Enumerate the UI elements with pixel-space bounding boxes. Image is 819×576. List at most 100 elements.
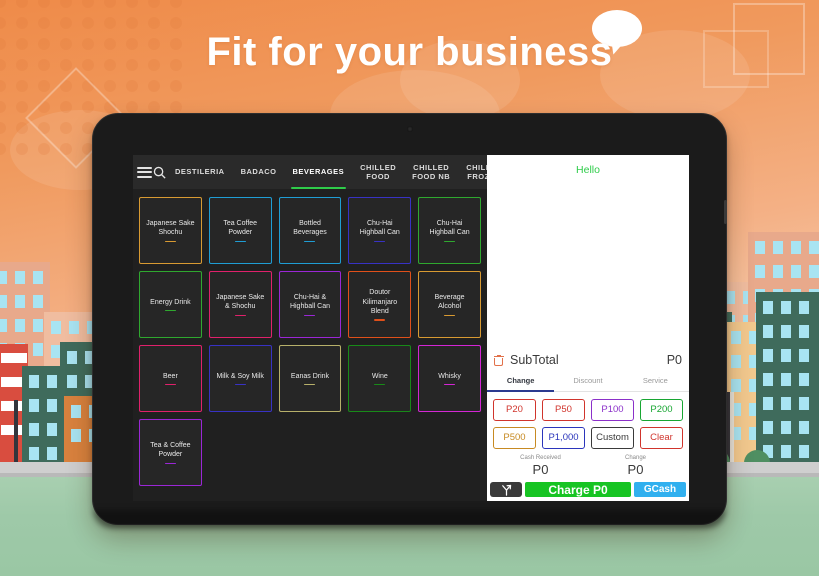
product-tile[interactable]: Doutor Kilimanjaro Blend	[348, 271, 412, 338]
product-tile-label: Energy Drink	[150, 298, 191, 306]
building-window	[755, 241, 765, 254]
product-tile[interactable]: Whisky	[418, 345, 481, 412]
product-tile[interactable]: Milk & Soy Milk	[208, 345, 272, 412]
building-window	[809, 241, 819, 254]
totals-row: Cash Received P0 Change P0	[487, 451, 689, 479]
denomination-button-p500[interactable]: P500	[493, 427, 536, 449]
building	[756, 292, 819, 462]
denomination-button-p100[interactable]: P100	[591, 399, 634, 421]
product-tile[interactable]: Tea & Coffee Powder	[139, 419, 202, 486]
building-window	[781, 373, 791, 386]
product-tile[interactable]: Japanese Sake Shochu	[139, 197, 202, 264]
product-tile-underline	[374, 383, 386, 386]
product-tile[interactable]: Chu-Hai Highball Can	[348, 197, 412, 264]
building-window	[1, 353, 27, 363]
charge-button[interactable]: Charge P0	[525, 482, 631, 497]
building-window	[763, 349, 773, 362]
building-window	[809, 265, 819, 278]
change-block: Change P0	[588, 455, 683, 477]
building-window	[0, 295, 7, 308]
category-tab-badaco[interactable]: BADACO	[233, 155, 285, 189]
building-window	[799, 397, 809, 410]
building-window	[47, 375, 57, 388]
product-tile-label: Wine	[371, 372, 388, 380]
building-window	[47, 423, 57, 436]
product-tile-underline	[374, 319, 386, 321]
building-window	[799, 445, 809, 458]
split-branch-icon[interactable]	[490, 482, 522, 497]
pos-product-pane: DESTILERIA BADACO BEVERAGES CHILLED FOOD CHI…	[133, 155, 487, 501]
hamburger-menu-icon[interactable]	[137, 155, 152, 189]
product-tile-underline	[164, 240, 176, 243]
product-tile-underline	[444, 314, 456, 317]
trash-icon[interactable]	[493, 354, 504, 366]
category-tab-chilled-food-nb[interactable]: CHILLED FOOD NB	[404, 155, 458, 189]
building-window	[781, 349, 791, 362]
power-button[interactable]	[724, 200, 727, 224]
category-tab-beverages[interactable]: BEVERAGES	[285, 155, 353, 189]
product-tile-label: Chu-Hai Highball Can	[359, 219, 400, 237]
gcash-button[interactable]: GCash	[634, 482, 686, 497]
action-bar: Charge P0 GCash	[487, 479, 689, 501]
product-tile[interactable]: Beer	[139, 345, 202, 412]
product-tile-underline	[444, 240, 456, 243]
product-tile-underline	[164, 309, 176, 312]
building-window	[67, 351, 77, 364]
building-window	[763, 301, 773, 314]
denomination-button-p200[interactable]: P200	[640, 399, 683, 421]
product-tile[interactable]: Japanese Sake & Shochu	[208, 271, 272, 338]
building-window	[29, 375, 39, 388]
building-window	[15, 319, 25, 332]
product-tile[interactable]: Eanas Drink	[278, 345, 342, 412]
tablet-screen: DESTILERIA BADACO BEVERAGES CHILLED FOOD CHI…	[133, 155, 689, 501]
product-tile-underline	[234, 314, 246, 317]
building-window	[791, 241, 801, 254]
building-window	[781, 421, 791, 434]
product-tile[interactable]: Bottled Beverages	[278, 197, 342, 264]
product-tile-underline	[444, 383, 456, 386]
checkout-tab-service[interactable]: Service	[622, 371, 689, 391]
building-window	[763, 421, 773, 434]
product-tile-label: Bottled Beverages	[293, 219, 327, 237]
subtotal-label: SubTotal	[510, 353, 559, 367]
product-tile[interactable]: Chu-Hai & Highball Can	[278, 271, 342, 338]
building-window	[791, 265, 801, 278]
category-tab-chilled-frozen[interactable]: CHILLED FROZEN	[458, 155, 487, 189]
product-tile-label: Chu-Hai & Highball Can	[289, 293, 331, 311]
building-window	[71, 405, 81, 418]
product-tile-underline	[164, 462, 176, 465]
camera-icon	[406, 126, 413, 132]
building-window	[51, 321, 61, 334]
category-tab-destileria[interactable]: DESTILERIA	[167, 155, 233, 189]
tablet-device: DESTILERIA BADACO BEVERAGES CHILLED FOOD CHI…	[92, 113, 727, 525]
denomination-button-p1000[interactable]: P1,000	[542, 427, 585, 449]
category-tab-chilled-food[interactable]: CHILLED FOOD	[352, 155, 404, 189]
product-tile[interactable]: Tea Coffee Powder	[208, 197, 272, 264]
product-tile[interactable]: Wine	[348, 345, 412, 412]
checkout-tab-discount[interactable]: Discount	[554, 371, 621, 391]
change-value: P0	[627, 462, 644, 477]
building-window	[731, 379, 741, 392]
search-icon[interactable]	[152, 155, 167, 189]
denomination-button-custom[interactable]: Custom	[591, 427, 634, 449]
denomination-button-p50[interactable]: P50	[542, 399, 585, 421]
product-tile-underline	[304, 383, 316, 386]
building-window	[781, 301, 791, 314]
building-window	[33, 295, 43, 308]
building-window	[799, 301, 809, 314]
product-tile[interactable]: Chu-Hai Highball Can	[418, 197, 481, 264]
building-window	[731, 331, 741, 344]
product-tile[interactable]: Energy Drink	[139, 271, 202, 338]
building-window	[799, 373, 809, 386]
building-window	[0, 271, 7, 284]
category-tab-list: DESTILERIA BADACO BEVERAGES CHILLED FOOD CHI…	[167, 155, 487, 189]
building-window	[763, 397, 773, 410]
product-tile-underline	[234, 240, 246, 243]
checkout-tab-change[interactable]: Change	[487, 371, 554, 391]
denomination-button-p20[interactable]: P20	[493, 399, 536, 421]
product-tile-label: Beer	[163, 372, 178, 380]
product-tile-label: Milk & Soy Milk	[216, 372, 264, 380]
product-tile[interactable]: Beverage Alcohol	[418, 271, 481, 338]
building-window	[799, 349, 809, 362]
denomination-button-clear[interactable]: Clear	[640, 427, 683, 449]
